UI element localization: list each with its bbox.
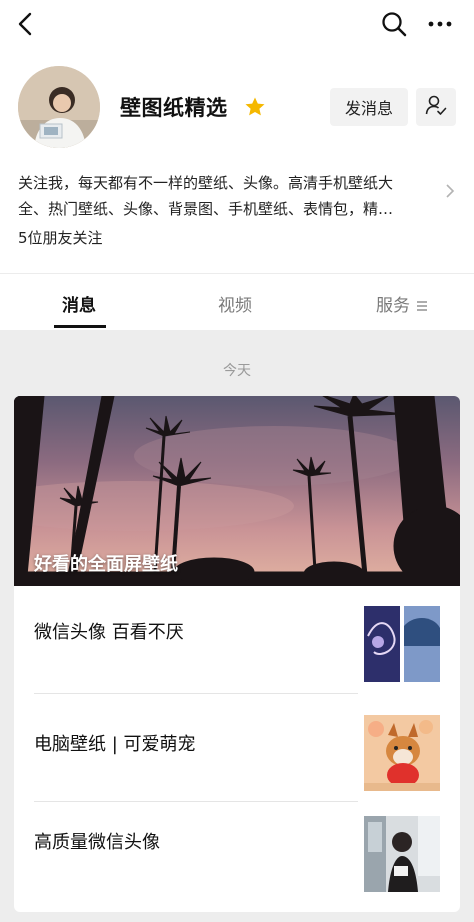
article-thumbnail xyxy=(364,816,440,892)
friends-following-text[interactable]: 5位朋友关注 xyxy=(18,227,103,248)
follow-settings-button[interactable] xyxy=(416,88,456,126)
chevron-right-icon[interactable] xyxy=(444,183,456,199)
date-label: 今天 xyxy=(223,363,251,379)
article-title: 高质量微信头像 xyxy=(34,832,160,853)
tab-active-indicator xyxy=(54,325,106,328)
article-thumbnail xyxy=(364,606,440,682)
article-item[interactable]: 电脑壁纸 | 可爱萌宠 xyxy=(14,702,460,808)
divider xyxy=(34,693,358,694)
tab-videos[interactable]: 视频 xyxy=(218,291,252,316)
top-bar xyxy=(0,0,474,52)
account-avatar[interactable] xyxy=(18,66,100,148)
description-line: 关注我，每天都有不一样的壁纸、头像。高清手机壁纸大 xyxy=(18,174,394,192)
account-description[interactable]: 关注我，每天都有不一样的壁纸、头像。高清手机壁纸大 全、热门壁纸、头像、背景图、… xyxy=(18,170,438,222)
cover-title: 好看的全面屏壁纸 xyxy=(34,554,178,575)
cover-article[interactable]: 好看的全面屏壁纸 xyxy=(14,396,460,587)
divider xyxy=(0,273,474,274)
tab-services[interactable]: 服务 xyxy=(376,291,410,316)
article-item[interactable]: 高质量微信头像 xyxy=(14,808,460,912)
menu-lines-icon[interactable] xyxy=(416,297,428,311)
description-line: 全、热门壁纸、头像、背景图、手机壁纸、表情包，精… xyxy=(18,200,394,218)
article-title: 电脑壁纸 | 可爱萌宠 xyxy=(34,734,196,755)
more-dots-icon[interactable] xyxy=(426,10,454,38)
send-message-button[interactable]: 发消息 xyxy=(330,88,408,126)
back-arrow-icon[interactable] xyxy=(12,10,40,38)
article-thumbnail xyxy=(364,715,440,791)
article-card: 好看的全面屏壁纸 微信头像 百看不厌 电脑壁纸 | 可爱萌宠 高质量微信头像 xyxy=(14,396,460,912)
person-check-icon xyxy=(425,94,447,120)
star-icon xyxy=(244,96,266,118)
search-icon[interactable] xyxy=(380,10,408,38)
article-title: 微信头像 百看不厌 xyxy=(34,622,184,643)
divider xyxy=(34,801,358,802)
tab-messages[interactable]: 消息 xyxy=(62,291,96,316)
article-item[interactable]: 微信头像 百看不厌 xyxy=(14,596,460,702)
account-name: 壁图纸精选 xyxy=(120,96,228,120)
